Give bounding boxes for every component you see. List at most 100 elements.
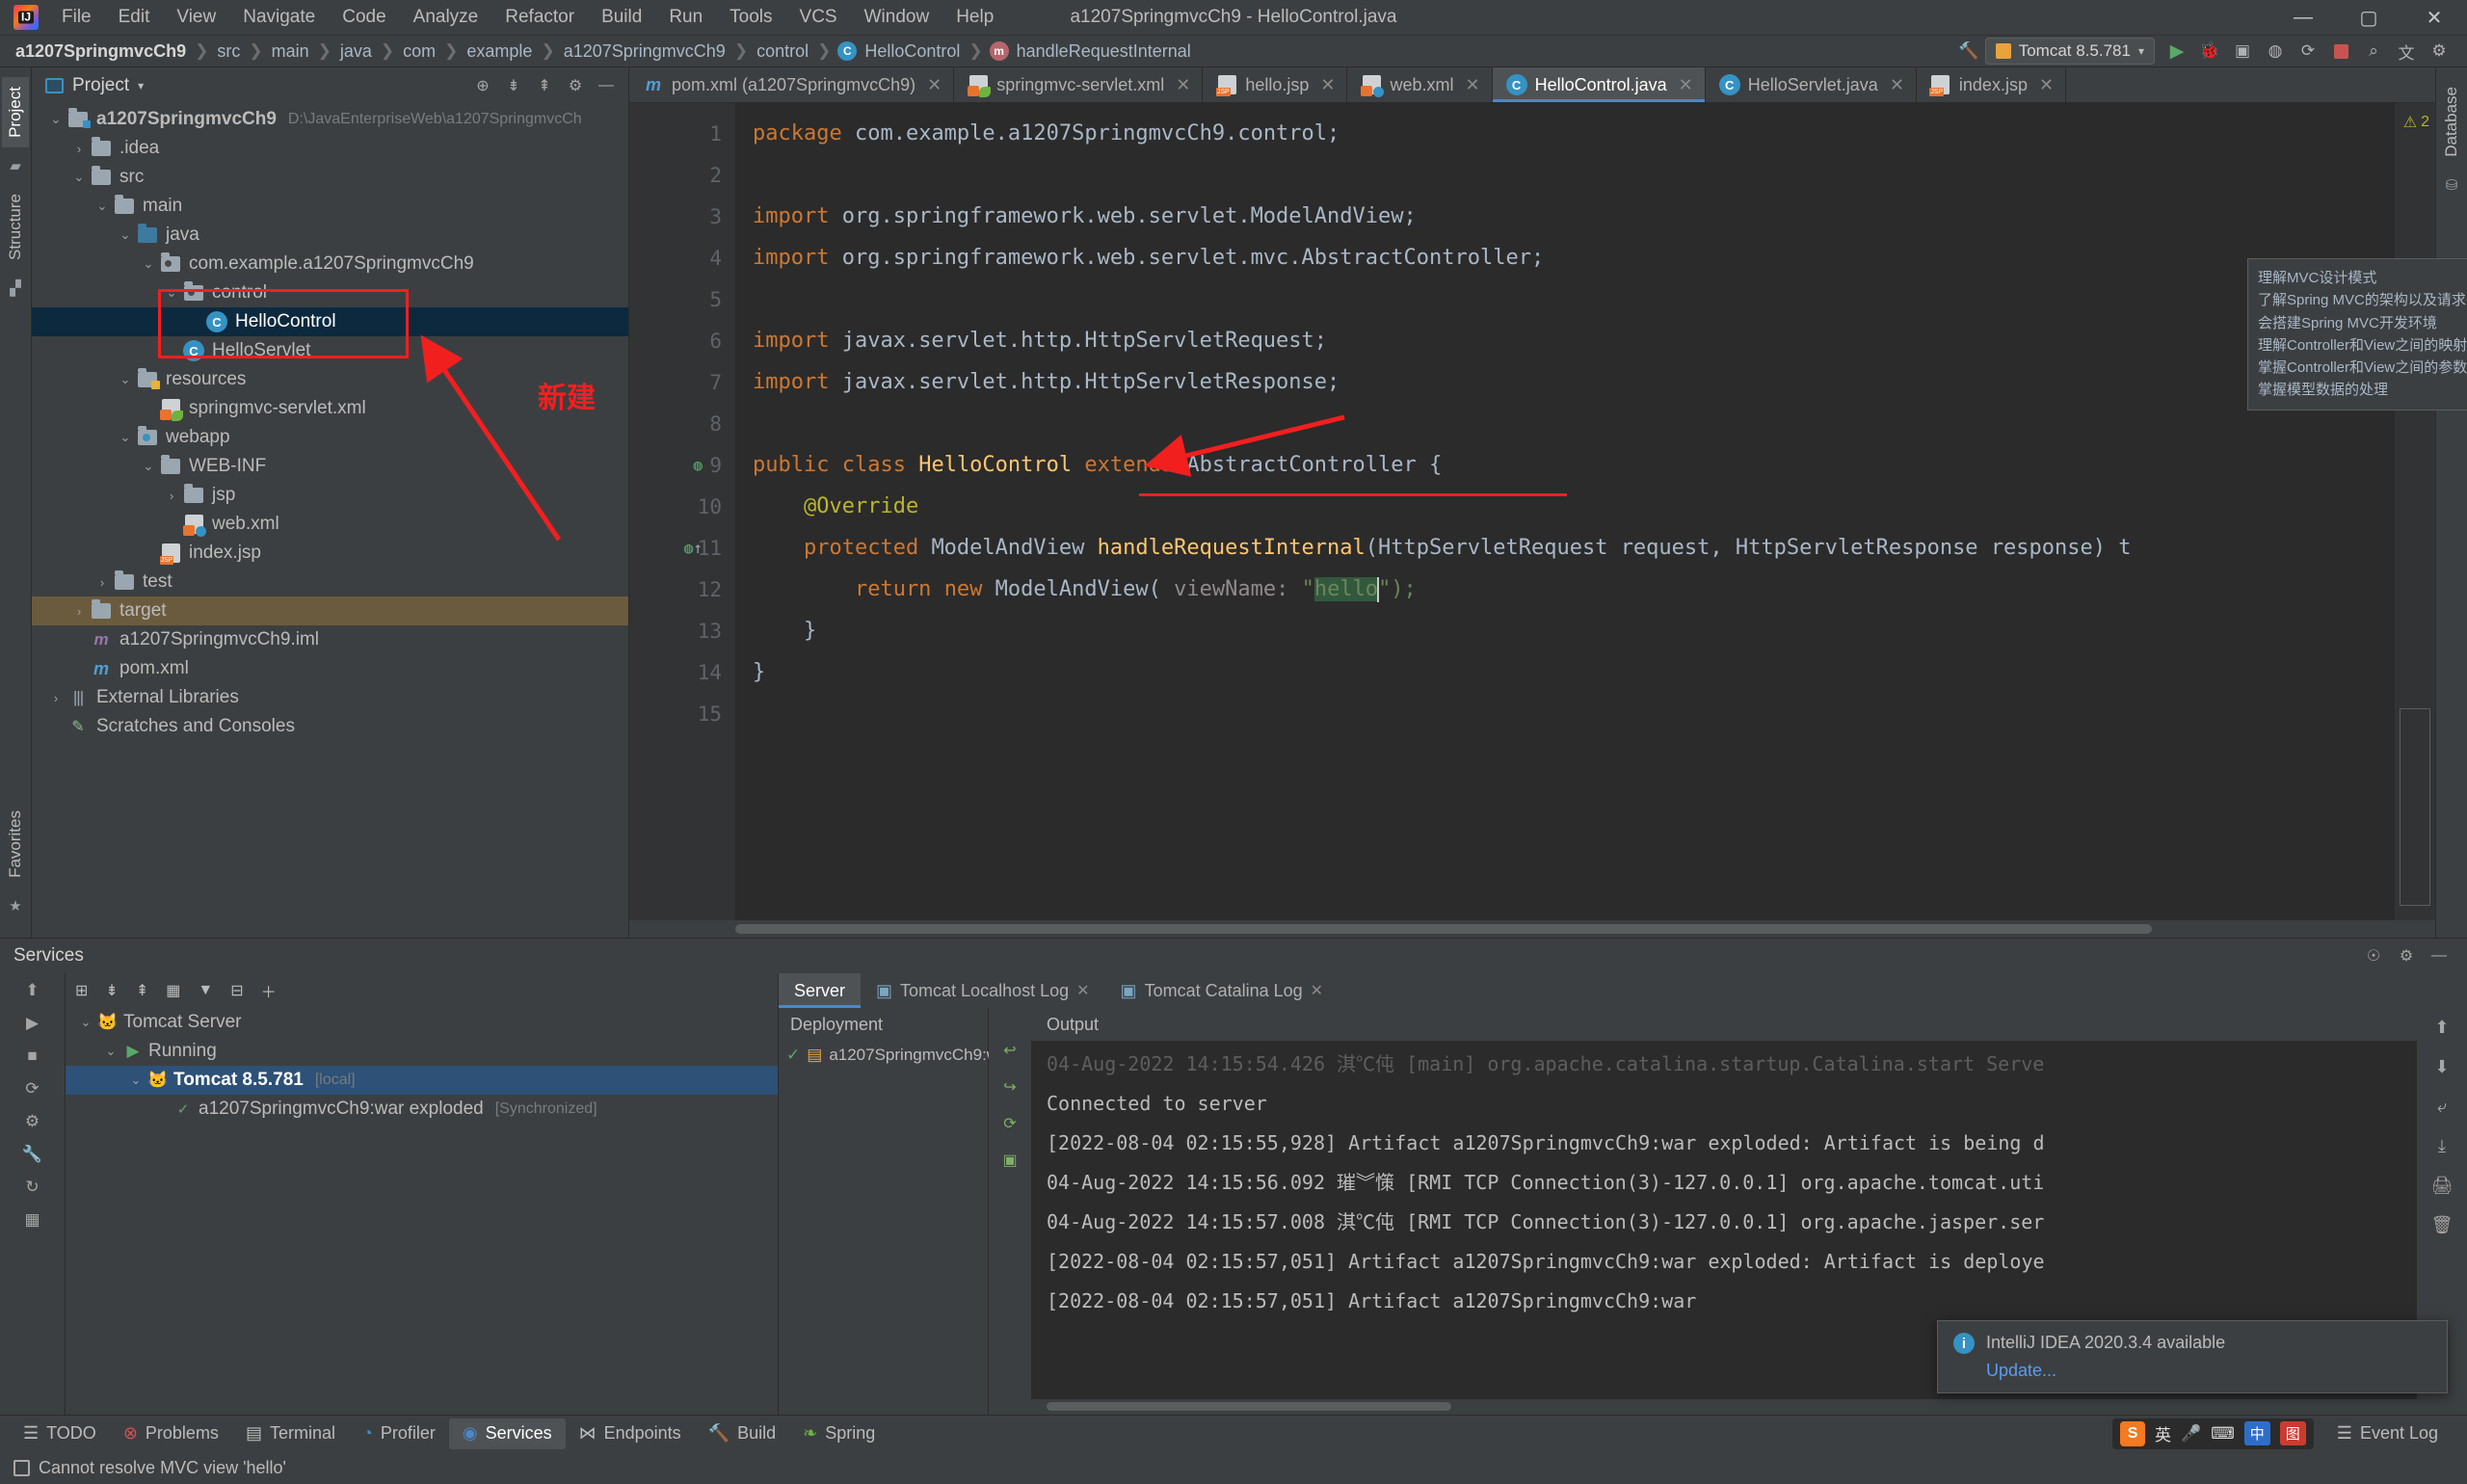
tree-item-index-jsp[interactable]: index.jsp bbox=[32, 539, 628, 568]
stop-button[interactable] bbox=[2324, 37, 2357, 66]
chevron-right-icon[interactable]: › bbox=[68, 142, 90, 156]
menu-navigate[interactable]: Navigate bbox=[229, 3, 329, 32]
attach-button[interactable]: ⟳ bbox=[2292, 37, 2324, 66]
close-console-tab-icon[interactable]: ✕ bbox=[1311, 981, 1323, 1000]
tree-item-external-libraries[interactable]: › ||| External Libraries bbox=[32, 683, 628, 712]
minimize-button[interactable]: — bbox=[2270, 0, 2336, 36]
tree-item-src[interactable]: ⌄ src bbox=[32, 163, 628, 192]
inspection-warning-badge[interactable]: ⚠ 2 bbox=[2403, 113, 2429, 132]
editor-gutter[interactable]: 1 2 3 4 5 6 7 8 9 ◍ 10 11 ◍↑ 12 13 14 15 bbox=[629, 103, 735, 920]
soft-wrap-icon[interactable]: ⤶ bbox=[2437, 1097, 2447, 1117]
tree-item-com-example-a1207springmvcch9[interactable]: ⌄ com.example.a1207SpringmvcCh9 bbox=[32, 250, 628, 278]
run-with-coverage-button[interactable]: ▣ bbox=[2226, 37, 2259, 66]
menu-refactor[interactable]: Refactor bbox=[491, 3, 588, 32]
menu-code[interactable]: Code bbox=[329, 3, 399, 32]
add-service-icon[interactable]: ⬆ bbox=[25, 981, 39, 1000]
ime-keyboard-icon[interactable]: ⌨ bbox=[2211, 1424, 2235, 1444]
breadcrumb-item-control[interactable]: control bbox=[755, 41, 810, 62]
code-line[interactable]: ⊟ } bbox=[735, 610, 2395, 651]
menu-help[interactable]: Help bbox=[942, 3, 1007, 32]
code-line[interactable]: import javax.servlet.http.HttpServletReq… bbox=[735, 320, 2395, 361]
deployment-row[interactable]: ✓ ▤ a1207SpringmvcCh9:w bbox=[779, 1041, 998, 1070]
run-button[interactable]: ▶ bbox=[2161, 37, 2193, 66]
expand-all-icon[interactable]: ⇟ bbox=[499, 72, 528, 99]
breadcrumb-item-src[interactable]: src bbox=[215, 41, 242, 62]
project-tree[interactable]: ⌄ a1207SpringmvcCh9 D:\JavaEnterpriseWeb\a… bbox=[32, 103, 628, 938]
console-tab-server[interactable]: Server bbox=[779, 973, 862, 1008]
expand-icon[interactable]: ⇟ bbox=[105, 981, 118, 1000]
ime-toolbar[interactable]: S 英 🎤 ⌨ 中 图 bbox=[2112, 1418, 2314, 1449]
editor-minimap[interactable] bbox=[2400, 708, 2430, 906]
sidebar-item-project[interactable]: Project bbox=[2, 77, 29, 147]
settings-gear-icon[interactable]: ⚙ bbox=[2423, 37, 2455, 66]
ime-blue-badge[interactable]: 中 bbox=[2243, 1421, 2270, 1445]
tree-item-java[interactable]: ⌄ java bbox=[32, 221, 628, 250]
tree-item-jsp[interactable]: › jsp bbox=[32, 481, 628, 510]
settings-service-icon[interactable]: 🔧 bbox=[22, 1145, 42, 1164]
menu-vcs[interactable]: VCS bbox=[786, 3, 851, 32]
stop-service-icon[interactable]: ■ bbox=[27, 1047, 37, 1066]
split-icon[interactable]: ⊟ bbox=[230, 981, 243, 1000]
chevron-down-icon[interactable]: ⌄ bbox=[115, 227, 136, 243]
build-hammer-icon[interactable]: 🔨 bbox=[1952, 37, 1985, 66]
panel-settings-gear-icon[interactable]: ⚙ bbox=[561, 72, 590, 99]
run-configuration-selector[interactable]: Tomcat 8.5.781 ▾ bbox=[1984, 38, 2155, 65]
event-log-button[interactable]: ☰ Event Log bbox=[2323, 1418, 2452, 1449]
code-line[interactable]: protected ModelAndView handleRequestInte… bbox=[735, 527, 2395, 569]
clear-all-icon[interactable]: 🗑 bbox=[2431, 1215, 2454, 1235]
sidebar-item-structure[interactable]: Structure bbox=[2, 184, 29, 270]
close-tab-icon[interactable]: ✕ bbox=[927, 75, 942, 95]
scroll-down-icon[interactable]: ⬇ bbox=[2434, 1057, 2449, 1077]
tree-item-a1207springmvcch9[interactable]: ⌄ a1207SpringmvcCh9 D:\JavaEnterpriseWeb\a… bbox=[32, 105, 628, 134]
inspection-gutter-icon[interactable]: ◍ bbox=[693, 456, 703, 474]
tree-item-webapp[interactable]: ⌄ webapp bbox=[32, 423, 628, 452]
chevron-down-icon[interactable]: ⌄ bbox=[125, 1073, 146, 1088]
rerun-service-icon[interactable]: ⟳ bbox=[25, 1079, 39, 1099]
tree-item-test[interactable]: › test bbox=[32, 568, 628, 596]
editor-tab-web-xml[interactable]: web.xml ✕ bbox=[1347, 67, 1493, 102]
maximize-button[interactable]: ▢ bbox=[2336, 0, 2401, 36]
console-tab-tomcat-localhost-log[interactable]: ▣ Tomcat Localhost Log ✕ bbox=[861, 973, 1105, 1008]
close-tab-icon[interactable]: ✕ bbox=[1679, 75, 1693, 95]
code-line[interactable]: } bbox=[735, 651, 2395, 693]
menu-build[interactable]: Build bbox=[588, 3, 655, 32]
sidebar-item-database[interactable]: Database bbox=[2438, 77, 2465, 167]
breadcrumb-item-java[interactable]: java bbox=[338, 41, 374, 62]
chevron-down-icon[interactable]: ▾ bbox=[138, 79, 144, 93]
hide-services-icon[interactable]: — bbox=[2425, 942, 2454, 969]
close-console-tab-icon[interactable]: ✕ bbox=[1076, 981, 1089, 1000]
start-service-icon[interactable]: ▶ bbox=[26, 1014, 39, 1033]
update-notification[interactable]: i IntelliJ IDEA 2020.3.4 available Updat… bbox=[1937, 1320, 2448, 1393]
code-line[interactable]: package com.example.a1207SpringmvcCh9.co… bbox=[735, 113, 2395, 154]
status-item-profiler[interactable]: ◔ Profiler bbox=[349, 1418, 449, 1449]
code-line[interactable]: ⊟import javax.servlet.http.HttpServletRe… bbox=[735, 361, 2395, 403]
chevron-down-icon[interactable]: ⌄ bbox=[138, 256, 159, 272]
tree-item-a1207springmvcch9-iml[interactable]: m a1207SpringmvcCh9.iml bbox=[32, 625, 628, 654]
code-line[interactable]: public class HelloControl extends Abstra… bbox=[735, 444, 2395, 486]
collapse-icon[interactable]: ⇞ bbox=[136, 981, 148, 1000]
service-item-tomcat-server[interactable]: ⌄ 🐱 Tomcat Server bbox=[66, 1008, 778, 1037]
arrow-right-icon[interactable]: ↪ bbox=[1003, 1077, 1016, 1097]
breadcrumb-item-example[interactable]: example bbox=[464, 41, 534, 62]
close-tab-icon[interactable]: ✕ bbox=[2039, 75, 2054, 95]
chevron-down-icon[interactable]: ⌄ bbox=[100, 1044, 121, 1059]
menu-window[interactable]: Window bbox=[851, 3, 943, 32]
close-tab-icon[interactable]: ✕ bbox=[1176, 75, 1190, 95]
chevron-right-icon[interactable]: › bbox=[68, 604, 90, 619]
status-item-terminal[interactable]: ▤ Terminal bbox=[232, 1418, 349, 1449]
menu-view[interactable]: View bbox=[163, 3, 229, 32]
status-item-todo[interactable]: ☰ TODO bbox=[10, 1418, 110, 1449]
grid-service-icon[interactable]: ▦ bbox=[24, 1210, 40, 1230]
refresh-service-icon[interactable]: ↻ bbox=[25, 1178, 39, 1197]
breadcrumb-item-project[interactable]: a1207SpringmvcCh9 bbox=[13, 41, 188, 62]
tree-item-target[interactable]: › target bbox=[32, 596, 628, 625]
tree-item--idea[interactable]: › .idea bbox=[32, 134, 628, 163]
code-line[interactable]: import org.springframework.web.servlet.m… bbox=[735, 237, 2395, 278]
tree-item-control[interactable]: ⌄ control bbox=[32, 278, 628, 307]
chevron-down-icon[interactable]: ⌄ bbox=[92, 199, 113, 214]
ime-red-badge[interactable]: 图 bbox=[2279, 1421, 2306, 1445]
tree-item-web-xml[interactable]: web.xml bbox=[32, 510, 628, 539]
chevron-down-icon[interactable]: ⌄ bbox=[115, 430, 136, 445]
debug-button[interactable]: 🐞 bbox=[2193, 37, 2226, 66]
group-icon[interactable]: ⊞ bbox=[75, 981, 88, 1000]
